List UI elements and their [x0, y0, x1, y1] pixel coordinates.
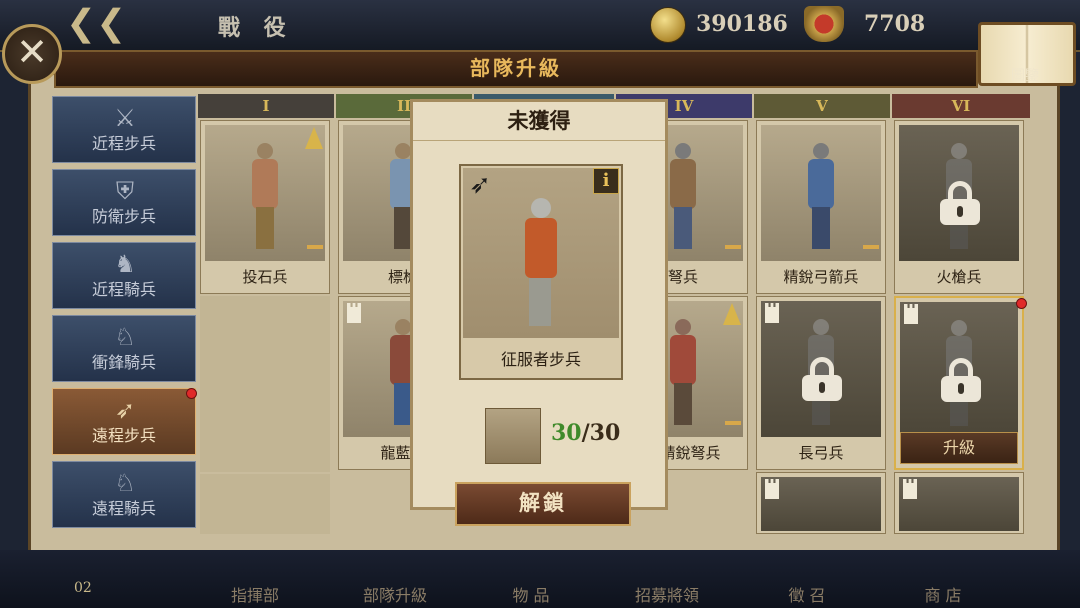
horse-icon: ♞ [114, 250, 136, 278]
popup-unit-card: ➶ i 征服者步兵 [459, 164, 623, 380]
page-number: 02 [74, 580, 92, 596]
page-title: 戰 役 [218, 15, 294, 41]
notification-dot [1016, 298, 1027, 309]
unit-portrait [761, 125, 881, 261]
column-header-6: VI [892, 94, 1030, 118]
shield-icon: ⛨ [116, 177, 134, 205]
nav-items[interactable]: 物 品 [476, 582, 586, 606]
sidebar-item-charge-cavalry[interactable]: ♘ 衝鋒騎兵 [52, 315, 196, 382]
unit-card-musketeer[interactable]: 火槍兵 [894, 120, 1024, 294]
unit-name: 征服者步兵 [500, 350, 581, 369]
unit-portrait [761, 477, 881, 531]
nav-unit-upgrade[interactable]: 部隊升級 [340, 582, 450, 606]
tower-icon [903, 479, 917, 499]
sidebar-item-ranged-infantry[interactable]: ➶ 遠程步兵 [52, 388, 196, 455]
nav-conscript[interactable]: 徵 召 [752, 582, 862, 606]
column-header-5: V [754, 94, 890, 118]
knight-helmet-icon: ♘ [114, 323, 136, 351]
tower-icon [904, 304, 918, 324]
crossed-swords-icon: ⚔ [114, 104, 136, 132]
codex-book-button[interactable]: 圖鑒 [978, 22, 1076, 86]
sidebar-item-melee-cavalry[interactable]: ♞ 近程騎兵 [52, 242, 196, 309]
empty-slot [200, 474, 330, 534]
info-button[interactable]: i [593, 168, 619, 194]
popup-title: 未獲得 [413, 102, 665, 141]
column-header-1: I [198, 94, 334, 118]
notification-dot [186, 388, 197, 399]
unit-card-locked-upgrade[interactable]: 升級 [894, 296, 1024, 470]
window-title: 部隊升級 [54, 50, 978, 88]
upgrade-button[interactable]: 升級 [900, 432, 1018, 464]
unit-card-row3[interactable] [756, 472, 886, 534]
honor-crest-icon [804, 6, 844, 42]
lock-icon [940, 181, 980, 225]
upgrade-arrow-icon [305, 127, 323, 149]
nav-shop[interactable]: 商 店 [888, 582, 998, 606]
sidebar-item-defense-infantry[interactable]: ⛨ 防衛步兵 [52, 169, 196, 236]
level-dash [307, 245, 323, 249]
level-dash [725, 421, 741, 425]
empty-slot [200, 296, 330, 472]
gold-amount: 390186 [696, 11, 788, 37]
tower-icon [765, 303, 779, 323]
top-bar: ❮❮ 戰 役 390186 7708 [0, 0, 1080, 52]
unit-card-elite-archer[interactable]: 精銳弓箭兵 [756, 120, 886, 294]
unit-thumbnail [485, 408, 541, 464]
bow-icon: ➶ [469, 170, 491, 200]
upgrade-arrow-icon [723, 303, 741, 325]
lock-icon [802, 357, 842, 401]
codex-label: 圖鑒 [1011, 68, 1039, 84]
horse-archer-icon: ♘ [114, 469, 136, 497]
sidebar-item-melee-infantry[interactable]: ⚔ 近程步兵 [52, 96, 196, 163]
unit-portrait [899, 477, 1019, 531]
tower-icon [765, 479, 779, 499]
unit-count: 30/30 [551, 420, 621, 446]
level-dash [725, 245, 741, 249]
gold-coin-icon [650, 7, 686, 43]
tower-icon [347, 303, 361, 323]
lock-icon [941, 358, 981, 402]
unit-info-popup: 未獲得 ➶ i 征服者步兵 30/30 解鎖 [410, 99, 668, 526]
honor-amount: 7708 [864, 11, 926, 37]
unit-card-slinger[interactable]: 投石兵 [200, 120, 330, 294]
nav-command[interactable]: 指揮部 [200, 582, 310, 606]
level-dash [863, 245, 879, 249]
unit-card-longbow[interactable]: 長弓兵 [756, 296, 886, 470]
back-arrow-icon[interactable]: ❮❮ [66, 4, 126, 44]
unlock-button[interactable]: 解鎖 [455, 482, 631, 526]
close-button[interactable]: ✕ [2, 24, 62, 84]
unit-card-row3[interactable] [894, 472, 1024, 534]
bow-icon: ➶ [114, 396, 136, 424]
nav-recruit-generals[interactable]: 招募將領 [612, 582, 722, 606]
sidebar-item-ranged-cavalry[interactable]: ♘ 遠程騎兵 [52, 461, 196, 528]
